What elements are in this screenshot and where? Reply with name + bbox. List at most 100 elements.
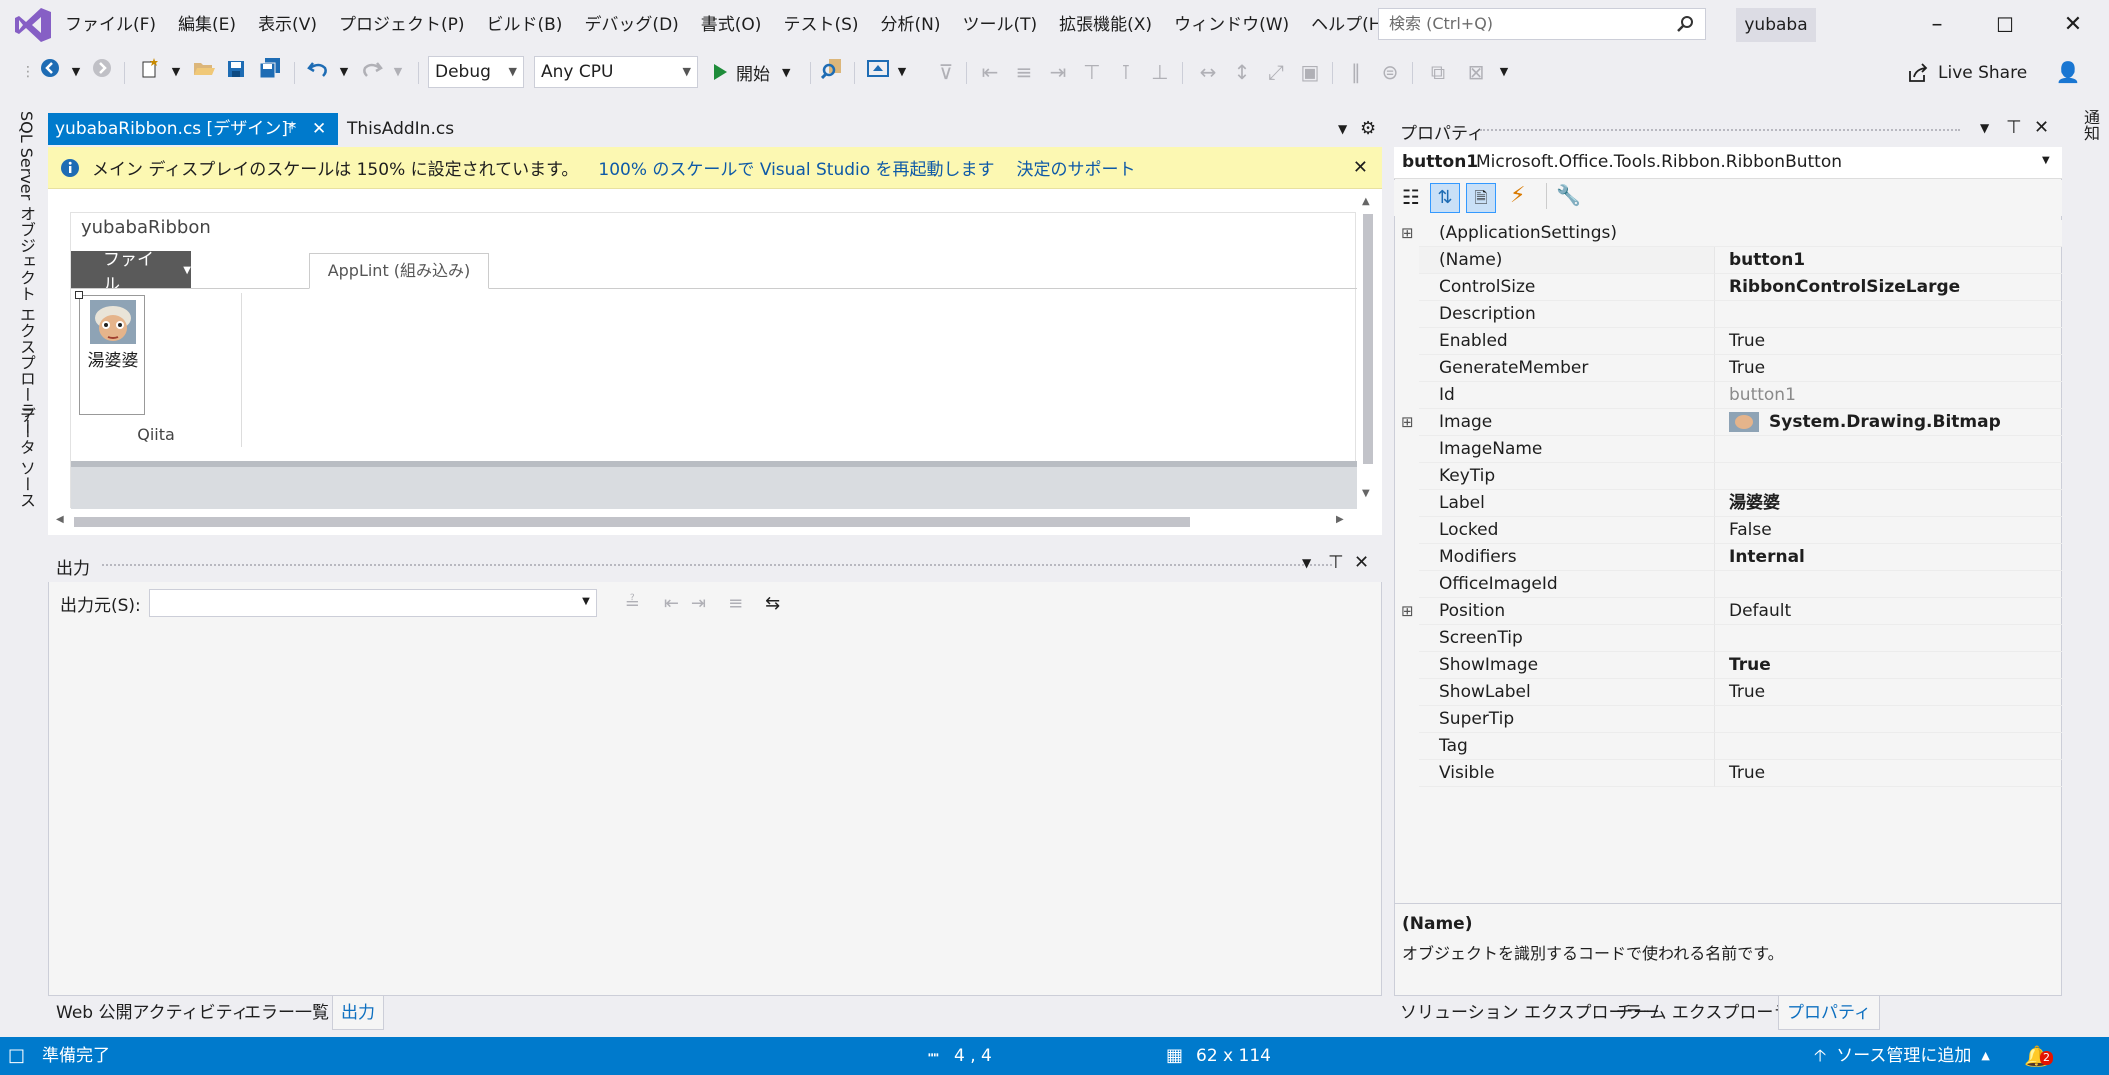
menu-item[interactable]: テスト(S) [772, 0, 869, 50]
feedback-icon[interactable]: 👤 [2054, 56, 2082, 88]
new-project-icon[interactable] [136, 56, 164, 88]
save-all-icon[interactable] [256, 56, 284, 88]
properties-view-icon[interactable]: 🗎 [1466, 183, 1496, 213]
align-grid-icon[interactable]: ⊽ [932, 56, 960, 88]
align-left-icon[interactable]: ⇤ [976, 56, 1004, 88]
property-value[interactable]: RibbonControlSizeLarge [1714, 274, 2062, 301]
bring-to-front-icon[interactable]: ⧉ [1424, 56, 1452, 88]
property-row[interactable]: ShowImage True [1394, 652, 2062, 679]
toolbar-dropdown-icon[interactable]: ▼ [888, 56, 916, 88]
data-source-tab[interactable]: データ ソース [14, 407, 38, 508]
maximize-icon[interactable]: ☐ [1990, 10, 2020, 40]
previous-message-icon[interactable]: ⇤ [664, 593, 679, 614]
menu-item[interactable]: 編集(E) [167, 0, 247, 50]
property-value[interactable]: True [1714, 328, 2062, 355]
menu-item[interactable]: プロジェクト(P) [328, 0, 476, 50]
forward-icon[interactable] [88, 56, 116, 88]
property-value[interactable] [1714, 733, 2062, 760]
pin-icon[interactable]: ⊤ [284, 113, 296, 145]
property-value[interactable] [1714, 463, 2062, 490]
yubaba-ribbon-button[interactable]: 湯婆婆 [79, 295, 145, 415]
close-tab-icon[interactable]: ✕ [312, 113, 326, 145]
find-message-icon[interactable]: ≟ [625, 593, 640, 614]
align-bottom-icon[interactable]: ⊥ [1146, 56, 1174, 88]
scroll-right-icon[interactable]: ▶ [1336, 514, 1344, 525]
selection-handle[interactable] [75, 291, 83, 299]
property-value[interactable]: False [1714, 517, 2062, 544]
decision-support-link[interactable]: 決定のサポート [1017, 155, 1136, 180]
tab-properties[interactable]: プロパティ [1778, 996, 1880, 1030]
settings-gear-icon[interactable]: ⚙ [1360, 113, 1376, 145]
menu-item[interactable]: 拡張機能(X) [1048, 0, 1163, 50]
save-icon[interactable] [222, 56, 250, 88]
menu-item[interactable]: ビルド(B) [476, 0, 574, 50]
redo-dropdown-icon[interactable]: ▼ [384, 56, 412, 88]
property-pages-wrench-icon[interactable]: 🔧 [1556, 183, 1581, 207]
toggle-word-wrap-icon[interactable]: ⇆ [765, 593, 780, 614]
back-dropdown-icon[interactable]: ▼ [62, 56, 90, 88]
property-row[interactable]: ScreenTip [1394, 625, 2062, 652]
open-folder-icon[interactable] [190, 56, 218, 88]
tab-yubaba-ribbon-design[interactable]: yubabaRibbon.cs [デザイン]* ⊤ ✕ [48, 113, 338, 145]
tab-web-publish-activity[interactable]: Web 公開アクティビティ [56, 996, 249, 1030]
scroll-thumb[interactable] [1363, 214, 1373, 464]
live-share-button[interactable]: Live Share [1908, 58, 2027, 88]
property-row[interactable]: ControlSize RibbonControlSizeLarge [1394, 274, 2062, 301]
menu-item[interactable]: 表示(V) [247, 0, 328, 50]
back-icon[interactable] [36, 56, 64, 88]
property-value[interactable]: button1 [1714, 247, 2062, 274]
next-message-icon[interactable]: ⇥ [691, 593, 706, 614]
property-row[interactable]: Label 湯婆婆 [1394, 490, 2062, 517]
property-value[interactable]: True [1714, 760, 2062, 787]
property-row[interactable]: Enabled True [1394, 328, 2062, 355]
same-size-icon[interactable]: ⤢ [1262, 56, 1290, 88]
property-value[interactable] [1714, 706, 2062, 733]
property-row[interactable]: ⊞ Image System.Drawing.Bitmap [1394, 409, 2062, 436]
scroll-up-icon[interactable]: ▲ [1362, 196, 1370, 207]
horizontal-spacing-icon[interactable]: ∥ [1342, 56, 1370, 88]
menu-item[interactable]: ツール(T) [952, 0, 1049, 50]
property-row[interactable]: ImageName [1394, 436, 2062, 463]
property-value[interactable]: Internal [1714, 544, 2062, 571]
menu-item[interactable]: デバッグ(D) [573, 0, 689, 50]
close-icon[interactable]: ✕ [2058, 10, 2088, 40]
menu-item[interactable]: ファイル(F) [54, 0, 167, 50]
property-value[interactable] [1714, 301, 2062, 328]
clear-all-icon[interactable]: ≡ [728, 593, 743, 614]
close-pane-icon[interactable]: ✕ [2034, 117, 2049, 138]
start-button[interactable]: 開始 ▼ [712, 56, 790, 88]
ribbon-tab-applint[interactable]: AppLint (組み込み) [309, 253, 489, 289]
expand-plus-icon[interactable]: ⊞ [1401, 220, 1415, 247]
drag-grip[interactable] [1480, 129, 1960, 133]
property-value[interactable]: button1 [1714, 382, 2062, 409]
property-row[interactable]: SuperTip [1394, 706, 2062, 733]
property-row[interactable]: (Name) button1 [1394, 247, 2062, 274]
menu-item[interactable]: 書式(O) [690, 0, 773, 50]
size-to-grid-icon[interactable]: ▣ [1296, 56, 1324, 88]
property-row[interactable]: ShowLabel True [1394, 679, 2062, 706]
property-row[interactable]: OfficeImageId [1394, 571, 2062, 598]
toolbar-options-icon[interactable]: ▼ [1490, 56, 1518, 88]
ribbon-file-tab[interactable]: ファイル ▼ [71, 250, 191, 295]
object-selector[interactable]: button1 Microsoft.Office.Tools.Ribbon.Ri… [1394, 147, 2062, 179]
output-source-select[interactable]: ▼ [148, 589, 597, 617]
visual-studio-logo-icon[interactable] [14, 7, 52, 43]
same-width-icon[interactable]: ↔ [1194, 56, 1222, 88]
property-value[interactable] [1714, 436, 2062, 463]
tab-error-list[interactable]: エラー一覧 [244, 996, 329, 1030]
property-row[interactable]: ⊞ (ApplicationSettings) [1394, 220, 2062, 247]
property-value[interactable] [1714, 571, 2062, 598]
property-value[interactable]: 湯婆婆 [1714, 490, 2062, 517]
solution-platform-select[interactable]: Any CPU ▼ [534, 56, 698, 88]
categorized-icon[interactable]: ☷ [1402, 185, 1420, 209]
property-row[interactable]: GenerateMember True [1394, 355, 2062, 382]
solution-config-select[interactable]: Debug ▼ [428, 56, 524, 88]
find-in-files-icon[interactable] [818, 56, 846, 88]
align-top-icon[interactable]: ⊤ [1078, 56, 1106, 88]
expand-plus-icon[interactable]: ⊞ [1401, 409, 1415, 436]
property-row[interactable]: Visible True [1394, 760, 2062, 787]
send-to-back-icon[interactable]: ⊠ [1462, 56, 1490, 88]
pin-icon[interactable]: ⊤ [1328, 552, 1344, 573]
menu-item[interactable]: ウィンドウ(W) [1163, 0, 1300, 50]
tab-output[interactable]: 出力 [332, 996, 384, 1030]
